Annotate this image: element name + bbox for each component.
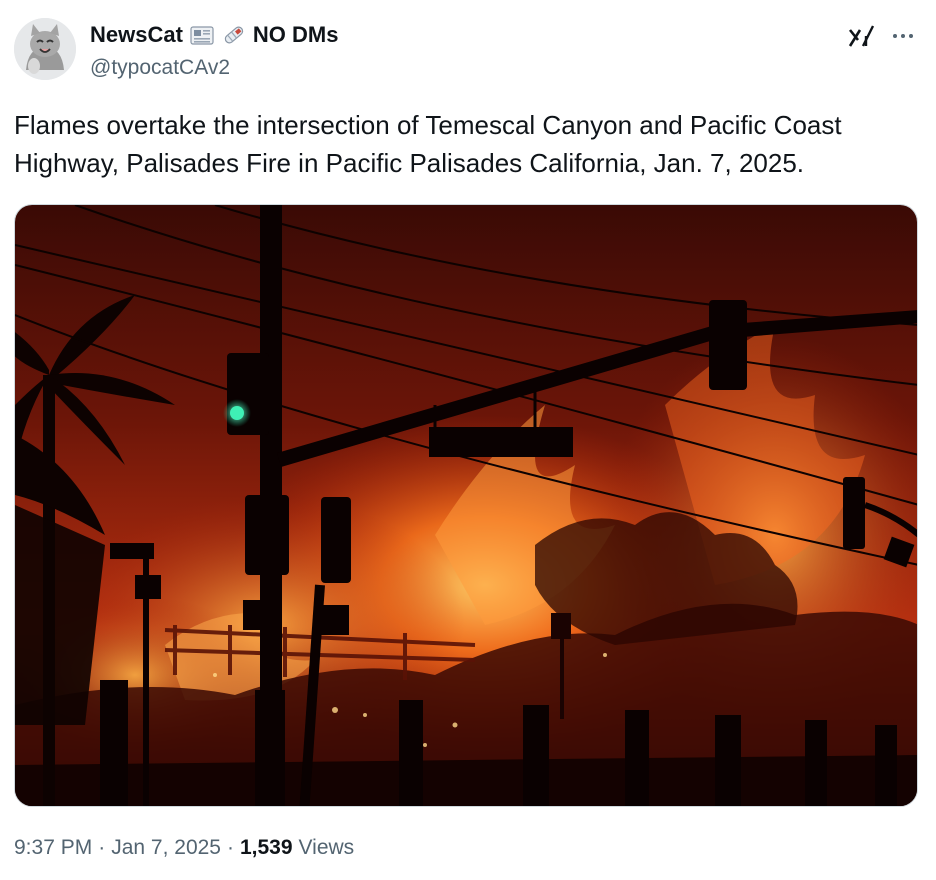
views-count: 1,539 — [239, 836, 293, 859]
tweet-date[interactable]: Jan 7, 2025 — [111, 833, 221, 863]
more-dot — [909, 34, 913, 38]
tweet-time[interactable]: 9:37 PM — [14, 833, 92, 863]
rolled-newspaper-icon — [221, 22, 247, 48]
author-name-line[interactable]: NewsCat NO DMs — [90, 20, 338, 50]
more-dot — [901, 34, 905, 38]
tweet-meta: 9:37 PM · Jan 7, 2025 · 1,539 Views — [14, 833, 354, 863]
meta-separator: · — [226, 836, 234, 859]
display-name-suffix: NO DMs — [252, 22, 339, 47]
more-icon[interactable] — [888, 22, 918, 50]
meta-separator: · — [98, 836, 106, 859]
newspaper-icon — [189, 22, 215, 48]
more-dot — [893, 34, 897, 38]
avatar[interactable] — [14, 18, 76, 80]
tweet-text: Flames overtake the intersection of Teme… — [14, 110, 842, 178]
cat-avatar-icon — [14, 18, 76, 80]
views-label: Views — [298, 836, 355, 859]
author-handle[interactable]: @typocatCAv2 — [90, 54, 230, 82]
grok-icon[interactable] — [846, 22, 876, 50]
tweet-photo[interactable] — [14, 204, 918, 807]
fire-intersection-photo — [15, 205, 917, 806]
display-name[interactable]: NewsCat — [90, 20, 183, 50]
